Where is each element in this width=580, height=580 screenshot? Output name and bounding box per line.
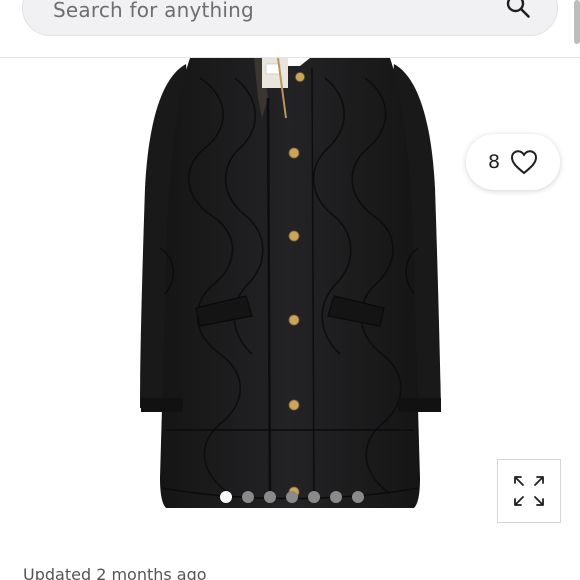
search-bar[interactable]: Search for anything [22, 0, 558, 36]
expand-image-button[interactable] [497, 459, 561, 523]
like-count: 8 [487, 151, 501, 173]
like-button[interactable]: 8 [466, 134, 560, 190]
search-header: Search for anything [0, 0, 580, 58]
carousel-dot[interactable] [264, 491, 276, 503]
search-icon[interactable] [505, 0, 531, 19]
carousel-indicators [0, 491, 580, 507]
product-image-gallery[interactable]: 8 [0, 58, 580, 540]
carousel-dot[interactable] [220, 491, 232, 503]
updated-timestamp: Updated 2 months ago [23, 565, 207, 580]
heart-outline-icon [511, 150, 538, 175]
carousel-dot[interactable] [352, 491, 364, 503]
carousel-dot[interactable] [286, 491, 298, 503]
scrollbar[interactable] [574, 0, 580, 44]
carousel-dot[interactable] [330, 491, 342, 503]
expand-arrows-icon [514, 476, 544, 506]
product-image[interactable] [0, 58, 580, 540]
search-input[interactable]: Search for anything [53, 0, 254, 22]
carousel-dot[interactable] [308, 491, 320, 503]
carousel-dot[interactable] [242, 491, 254, 503]
